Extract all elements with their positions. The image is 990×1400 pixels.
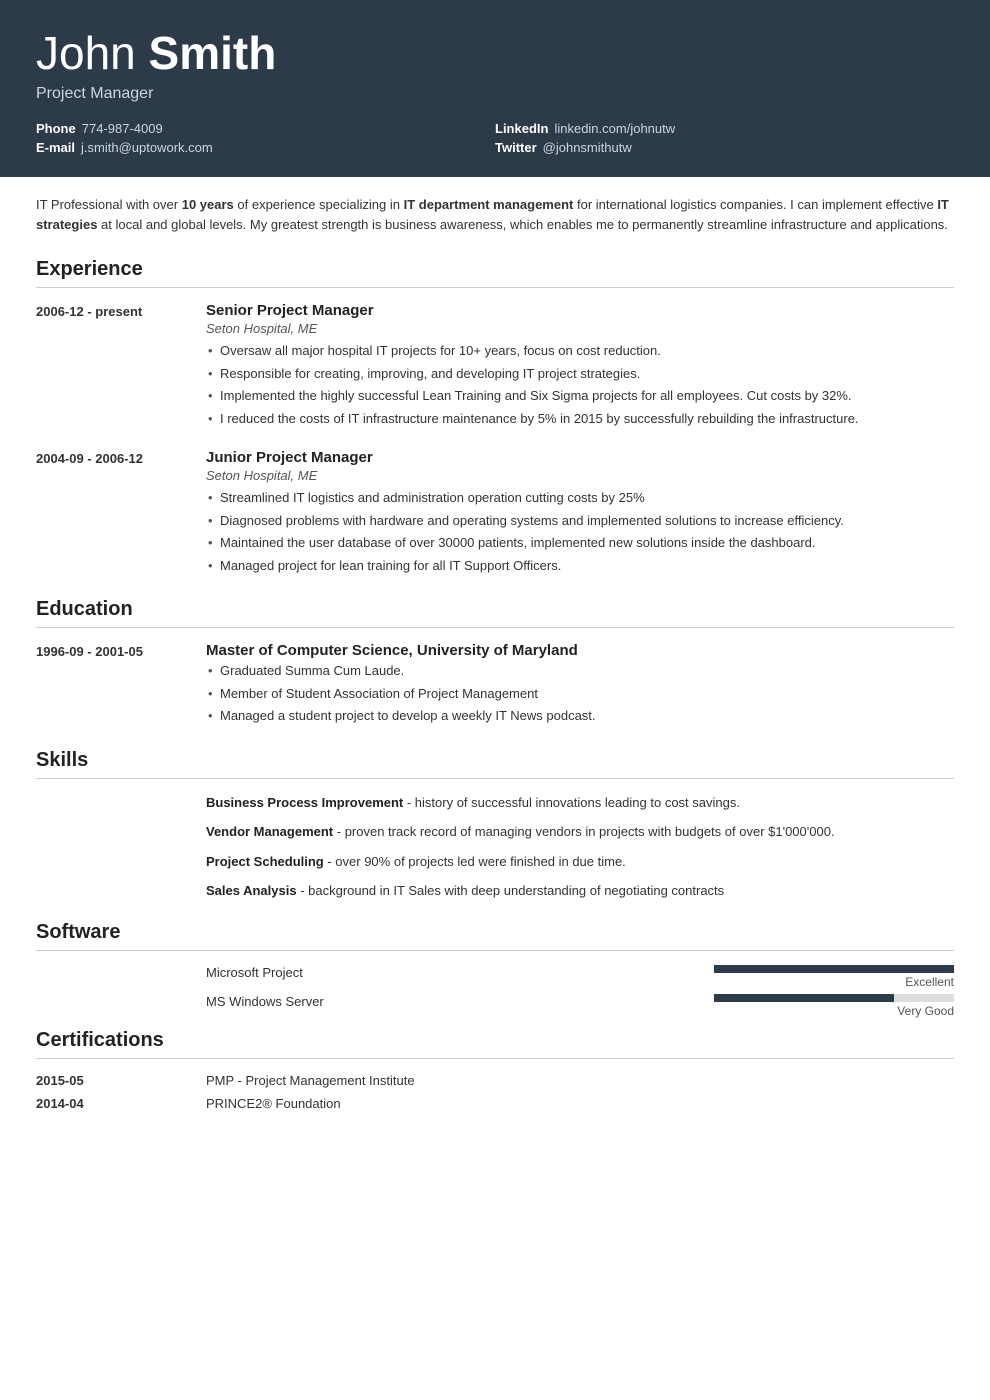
exp2-date: 2004-09 - 2006-12 [36,449,206,578]
certifications-title: Certifications [36,1029,954,1059]
software-item-2: MS Windows Server Very Good [36,994,954,1009]
twitter-value: @johnsmithutw [543,140,632,155]
list-item: Responsible for creating, improving, and… [206,364,954,384]
summary-section: IT Professional with over 10 years of ex… [36,195,954,237]
skill-name-3: Project Scheduling [206,854,324,869]
list-item: Member of Student Association of Project… [206,684,954,704]
last-name: Smith [149,27,277,79]
software-level-1: Excellent [714,975,954,989]
software-bar-bg-2 [714,994,954,1002]
list-item: Implemented the highly successful Lean T… [206,386,954,406]
experience-title: Experience [36,258,954,288]
software-bar-wrap-1: Excellent [714,965,954,989]
software-level-2: Very Good [714,1004,954,1018]
contact-phone: Phone 774-987-4009 [36,121,495,136]
skill-name-4: Sales Analysis [206,883,297,898]
exp1-job-title: Senior Project Manager [206,302,954,319]
contact-twitter: Twitter @johnsmithutw [495,140,954,155]
resume-body: IT Professional with over 10 years of ex… [0,177,990,1167]
skill-name-2: Vendor Management [206,824,333,839]
skill-item-1: Business Process Improvement - history o… [36,793,954,813]
software-name-2: MS Windows Server [206,994,426,1009]
skill-desc-1: - history of successful innovations lead… [403,795,740,810]
email-label: E-mail [36,140,75,155]
experience-entry-1: 2006-12 - present Senior Project Manager… [36,302,954,431]
list-item: I reduced the costs of IT infrastructure… [206,409,954,429]
education-title: Education [36,598,954,628]
cert-date-1: 2015-05 [36,1073,206,1088]
list-item: Oversaw all major hospital IT projects f… [206,341,954,361]
skill-desc-2: - proven track record of managing vendor… [333,824,834,839]
software-bar-fill-2 [714,994,894,1002]
exp2-content: Junior Project Manager Seton Hospital, M… [206,449,954,578]
cert-date-2: 2014-04 [36,1096,206,1111]
exp1-content: Senior Project Manager Seton Hospital, M… [206,302,954,431]
edu1-content: Master of Computer Science, University o… [206,642,954,729]
first-name: John [36,27,136,79]
exp2-job-title: Junior Project Manager [206,449,954,466]
contact-linkedin: LinkedIn linkedin.com/johnutw [495,121,954,136]
cert-row-1: 2015-05 PMP - Project Management Institu… [36,1073,954,1088]
list-item: Streamlined IT logistics and administrat… [206,488,954,508]
certifications-section: Certifications 2015-05 PMP - Project Man… [36,1029,954,1111]
exp1-company: Seton Hospital, ME [206,321,954,336]
software-name-1: Microsoft Project [206,965,426,980]
skill-name-1: Business Process Improvement [206,795,403,810]
phone-value: 774-987-4009 [82,121,163,136]
skill-item-2: Vendor Management - proven track record … [36,822,954,842]
list-item: Graduated Summa Cum Laude. [206,661,954,681]
education-section: Education 1996-09 - 2001-05 Master of Co… [36,598,954,729]
exp2-bullets: Streamlined IT logistics and administrat… [206,488,954,575]
list-item: Diagnosed problems with hardware and ope… [206,511,954,531]
linkedin-label: LinkedIn [495,121,548,136]
resume-header: John Smith Project Manager Phone 774-987… [0,0,990,177]
software-section: Software Microsoft Project Excellent MS … [36,921,954,1009]
job-title: Project Manager [36,85,954,103]
contact-grid: Phone 774-987-4009 LinkedIn linkedin.com… [36,121,954,155]
software-title: Software [36,921,954,951]
experience-section: Experience 2006-12 - present Senior Proj… [36,258,954,578]
full-name: John Smith [36,28,954,79]
linkedin-value: linkedin.com/johnutw [554,121,675,136]
education-entry-1: 1996-09 - 2001-05 Master of Computer Sci… [36,642,954,729]
exp1-bullets: Oversaw all major hospital IT projects f… [206,341,954,428]
skill-desc-4: - background in IT Sales with deep under… [297,883,725,898]
email-value: j.smith@uptowork.com [81,140,213,155]
skill-desc-3: - over 90% of projects led were finished… [324,854,626,869]
skills-title: Skills [36,749,954,779]
software-item-1: Microsoft Project Excellent [36,965,954,980]
edu1-degree: Master of Computer Science, University o… [206,642,954,659]
list-item: Maintained the user database of over 300… [206,533,954,553]
cert-name-2: PRINCE2® Foundation [206,1096,341,1111]
summary-text: IT Professional with over 10 years of ex… [36,197,949,233]
skills-section: Skills Business Process Improvement - hi… [36,749,954,901]
twitter-label: Twitter [495,140,537,155]
list-item: Managed a student project to develop a w… [206,706,954,726]
exp1-date: 2006-12 - present [36,302,206,431]
contact-email: E-mail j.smith@uptowork.com [36,140,495,155]
cert-name-1: PMP - Project Management Institute [206,1073,415,1088]
phone-label: Phone [36,121,76,136]
skill-item-4: Sales Analysis - background in IT Sales … [36,881,954,901]
cert-row-2: 2014-04 PRINCE2® Foundation [36,1096,954,1111]
software-bar-bg-1 [714,965,954,973]
software-bar-fill-1 [714,965,954,973]
list-item: Managed project for lean training for al… [206,556,954,576]
experience-entry-2: 2004-09 - 2006-12 Junior Project Manager… [36,449,954,578]
exp2-company: Seton Hospital, ME [206,468,954,483]
edu1-bullets: Graduated Summa Cum Laude. Member of Stu… [206,661,954,726]
edu1-date: 1996-09 - 2001-05 [36,642,206,729]
skill-item-3: Project Scheduling - over 90% of project… [36,852,954,872]
software-bar-wrap-2: Very Good [714,994,954,1018]
